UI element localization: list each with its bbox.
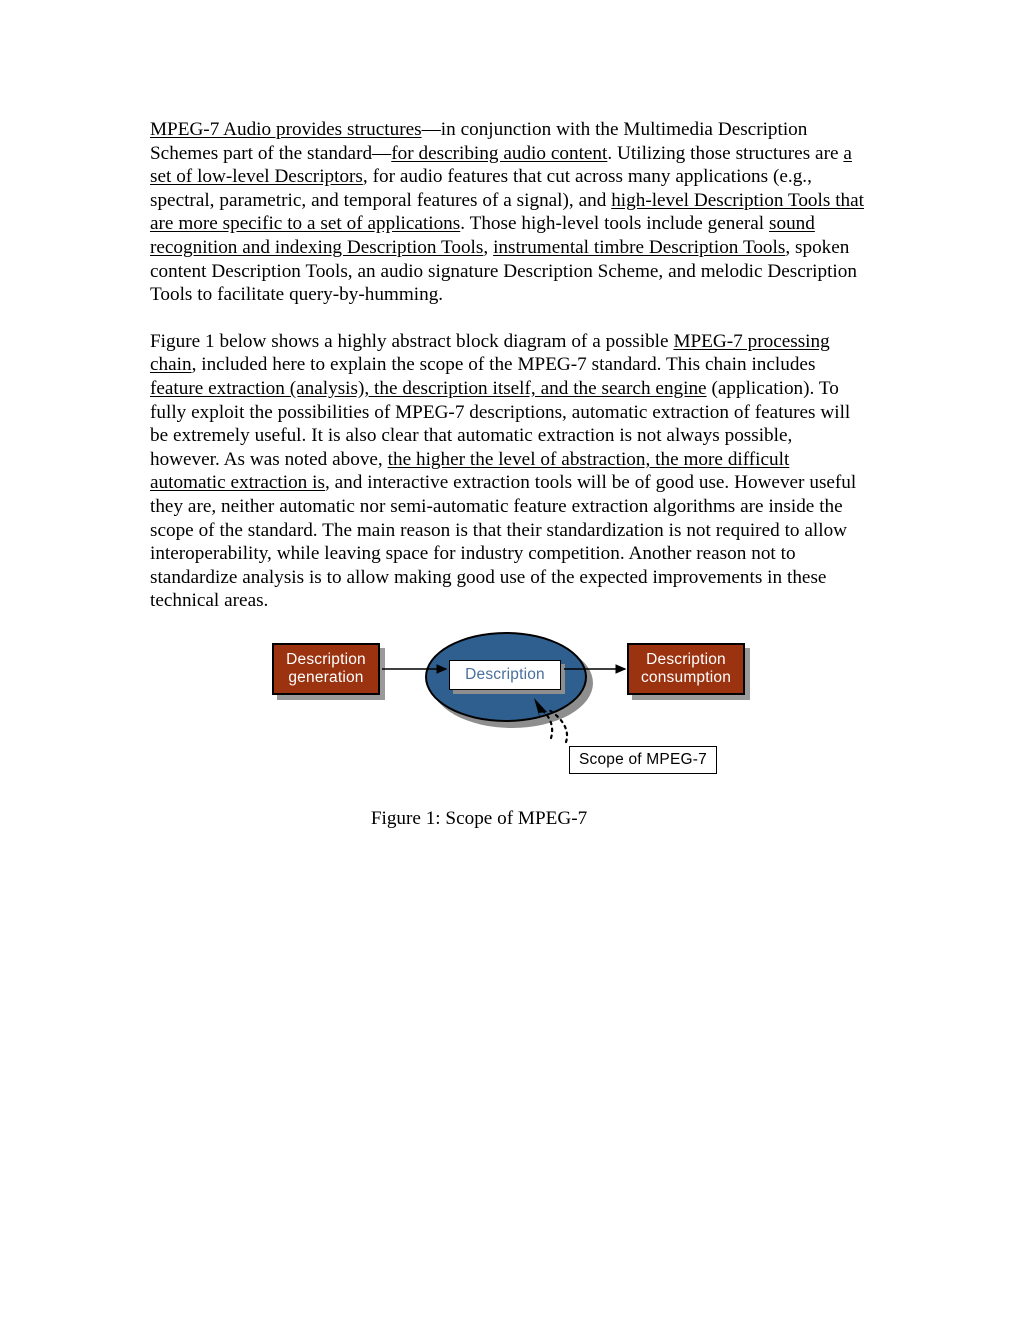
text-run: , <box>483 236 494 258</box>
text-run: for describing audio content <box>391 142 608 164</box>
callout-scope-of-mpeg7: Scope of MPEG-7 <box>569 746 717 774</box>
text-run: Figure 1 below shows a highly abstract b… <box>150 330 674 352</box>
text-run: . Utilizing those structures are <box>607 142 844 164</box>
text-run: MPEG-7 Audio provides structures <box>150 119 422 140</box>
text-column: MPEG-7 Audio provides structures—in conj… <box>150 118 866 613</box>
paragraph-audio-structures: MPEG-7 Audio provides structures—in conj… <box>150 118 866 307</box>
figure-canvas: Description generation Description Descr… <box>150 618 866 793</box>
callout-dotted-line-left <box>541 709 554 740</box>
text-run: feature extraction (analysis), the descr… <box>150 377 707 399</box>
callout-arrowhead-icon <box>534 698 547 719</box>
text-run: , included here to explain the scope of … <box>191 354 816 376</box>
figure-caption: Figure 1: Scope of MPEG-7 <box>370 808 588 829</box>
figure-connectors <box>382 664 627 744</box>
text-run: instrumental timbre Description Tools <box>493 236 786 258</box>
document-page: MPEG-7 Audio provides structures—in conj… <box>0 0 1020 1320</box>
figure-scope-of-mpeg7: Description generation Description Descr… <box>150 618 866 831</box>
text-run: . Those high-level tools include general <box>460 213 770 235</box>
paragraph-processing-chain: Figure 1 below shows a highly abstract b… <box>150 330 866 613</box>
